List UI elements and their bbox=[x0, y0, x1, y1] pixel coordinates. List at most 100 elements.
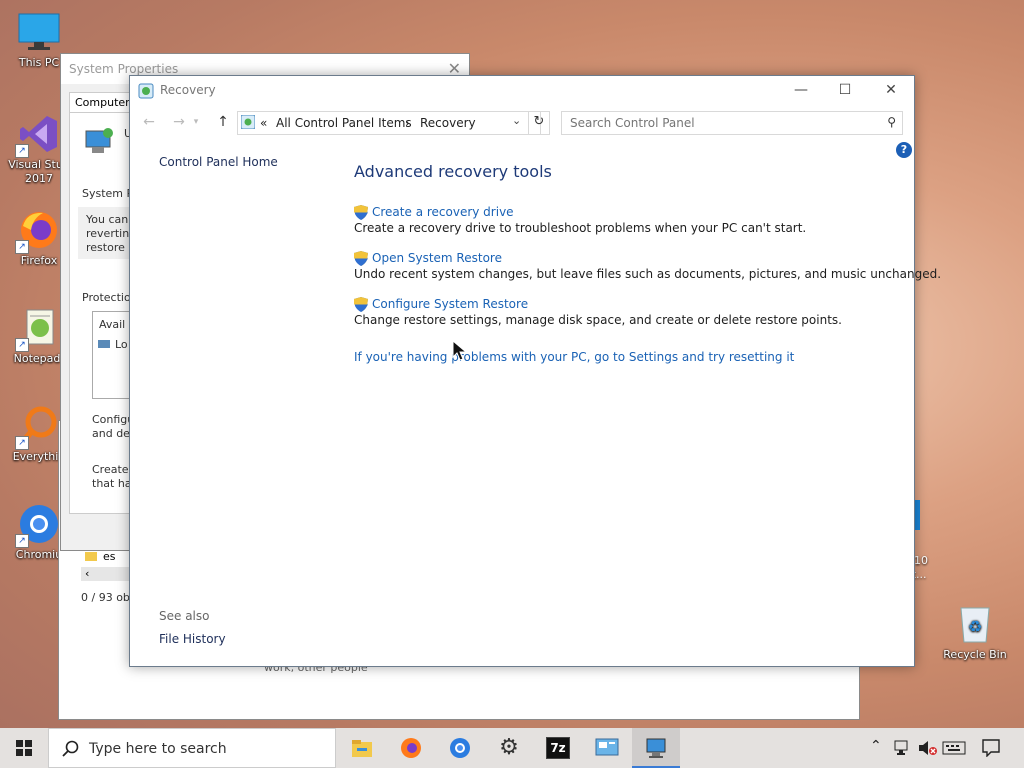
system-restore-icon bbox=[82, 127, 114, 157]
uac-shield-icon bbox=[354, 251, 368, 266]
network-icon[interactable] bbox=[894, 740, 912, 756]
up-button[interactable]: ↑ bbox=[212, 110, 234, 134]
monitor-icon bbox=[17, 10, 61, 54]
taskbar-system-properties[interactable] bbox=[632, 728, 680, 768]
address-bar-row: ← → ▾ ↑ « All Control Panel Items › Reco… bbox=[130, 110, 914, 136]
breadcrumb-recovery[interactable]: Recovery bbox=[420, 116, 476, 130]
search-input[interactable] bbox=[568, 115, 872, 131]
maximize-icon: ☐ bbox=[838, 82, 852, 98]
file-explorer-icon bbox=[352, 740, 372, 757]
uac-shield-icon bbox=[354, 297, 368, 312]
show-hidden-icons-button[interactable]: ⌃ bbox=[870, 738, 882, 754]
search-box[interactable]: ⚲ bbox=[561, 111, 903, 135]
folder-name: es bbox=[103, 550, 116, 563]
task-description: Change restore settings, manage disk spa… bbox=[354, 313, 842, 327]
recent-locations-button[interactable]: ▾ bbox=[190, 110, 202, 134]
start-button[interactable] bbox=[0, 728, 48, 768]
chromium-icon bbox=[450, 738, 470, 758]
recycle-bin-icon: ♻ bbox=[953, 602, 997, 646]
horizontal-scrollbar[interactable]: ‹ bbox=[81, 567, 131, 581]
system-properties-icon bbox=[646, 738, 666, 758]
firefox-icon: ↗ bbox=[15, 208, 61, 254]
drive-label: Lo bbox=[115, 338, 128, 351]
recovery-window[interactable]: Recovery — ☐ ✕ ← → ▾ ↑ « All Control Pan… bbox=[129, 75, 941, 667]
shortcut-arrow-icon: ↗ bbox=[15, 144, 29, 158]
taskbar-firefox[interactable] bbox=[387, 728, 435, 768]
taskbar-7zip[interactable]: 7z bbox=[534, 728, 582, 768]
configure-text: Configu bbox=[92, 413, 135, 426]
shortcut-arrow-icon: ↗ bbox=[15, 240, 29, 254]
reset-pc-link[interactable]: If you're having problems with your PC, … bbox=[354, 350, 794, 364]
breadcrumb-separator[interactable]: › bbox=[405, 116, 410, 130]
see-also-label: See also bbox=[159, 609, 210, 623]
scroll-left-icon[interactable]: ‹ bbox=[85, 567, 89, 580]
configure-system-restore-link[interactable]: Configure System Restore bbox=[372, 297, 528, 311]
7zip-label: 7z bbox=[550, 741, 566, 755]
description-line: restore p bbox=[86, 241, 136, 254]
list-header: Avail bbox=[99, 318, 126, 331]
control-panel-icon bbox=[240, 114, 256, 130]
chevron-up-icon: ⌃ bbox=[870, 738, 882, 754]
keyboard-icon[interactable] bbox=[942, 741, 966, 755]
open-system-restore-link[interactable]: Open System Restore bbox=[372, 251, 502, 265]
desktop-icon-label: Recycle Bin bbox=[943, 648, 1007, 661]
taskbar: Type here to search ⚙ 7z ⌃ bbox=[0, 728, 1024, 768]
breadcrumb-prefix[interactable]: « bbox=[260, 116, 267, 130]
recovery-titlebar[interactable]: Recovery — ☐ ✕ bbox=[130, 76, 914, 106]
task-description: Undo recent system changes, but leave fi… bbox=[354, 267, 942, 281]
forward-button[interactable]: → bbox=[168, 110, 190, 134]
search-icon[interactable]: ⚲ bbox=[887, 115, 896, 129]
action-center-icon[interactable] bbox=[982, 739, 1000, 757]
maximize-button[interactable]: ☐ bbox=[822, 76, 868, 106]
shortcut-arrow-icon: ↗ bbox=[15, 338, 29, 352]
shortcut-arrow-icon: ↗ bbox=[15, 534, 29, 548]
window-title: Recovery bbox=[160, 83, 216, 97]
minimize-icon: — bbox=[794, 82, 808, 98]
visual-studio-icon: ↗ bbox=[15, 112, 61, 158]
taskbar-search[interactable]: Type here to search bbox=[48, 728, 336, 768]
nav-file-history[interactable]: File History bbox=[159, 632, 226, 646]
chromium-icon: ↗ bbox=[15, 502, 61, 548]
taskbar-file-explorer[interactable] bbox=[338, 728, 386, 768]
page-heading: Advanced recovery tools bbox=[354, 162, 552, 181]
minimize-button[interactable]: — bbox=[778, 76, 824, 106]
back-arrow-icon: ← bbox=[143, 114, 155, 130]
back-button[interactable]: ← bbox=[138, 110, 160, 134]
breadcrumb-all-control-panel-items[interactable]: All Control Panel Items bbox=[276, 116, 412, 130]
taskbar-chromium[interactable] bbox=[436, 728, 484, 768]
status-bar-text: 0 / 93 obj bbox=[81, 591, 133, 604]
search-icon bbox=[62, 740, 79, 757]
volume-muted-icon[interactable] bbox=[918, 740, 938, 756]
desktop-icon-recycle-bin[interactable]: ♻ Recycle Bin bbox=[938, 602, 1012, 662]
refresh-icon: ↻ bbox=[533, 114, 545, 129]
create-recovery-drive-link[interactable]: Create a recovery drive bbox=[372, 205, 514, 219]
window-title: System Properties bbox=[69, 62, 179, 76]
uac-shield-icon bbox=[354, 205, 368, 220]
help-icon: ? bbox=[900, 143, 908, 156]
firefox-icon bbox=[401, 738, 421, 758]
close-button[interactable]: ✕ bbox=[868, 76, 914, 106]
nav-control-panel-home[interactable]: Control Panel Home bbox=[159, 155, 278, 169]
svg-text:♻: ♻ bbox=[968, 617, 982, 636]
notepad-plus-icon: ↗ bbox=[15, 306, 61, 352]
control-panel-icon bbox=[138, 83, 154, 99]
everything-icon: ↗ bbox=[15, 404, 61, 450]
taskbar-control-panel[interactable] bbox=[583, 728, 631, 768]
task-description: Create a recovery drive to troubleshoot … bbox=[354, 221, 807, 235]
forward-arrow-icon: → bbox=[173, 114, 185, 130]
refresh-button[interactable]: ↻ bbox=[528, 111, 550, 135]
chevron-down-icon: ▾ bbox=[193, 117, 199, 127]
drive-icon bbox=[98, 340, 110, 348]
windows-logo-icon bbox=[16, 740, 32, 756]
taskbar-settings[interactable]: ⚙ bbox=[485, 728, 533, 768]
taskbar-search-placeholder: Type here to search bbox=[89, 741, 227, 757]
address-dropdown-icon[interactable]: ⌄ bbox=[512, 114, 521, 127]
help-button[interactable]: ? bbox=[896, 142, 912, 158]
close-icon: ✕ bbox=[885, 82, 897, 98]
folder-icon bbox=[85, 552, 97, 561]
mouse-cursor-icon bbox=[452, 340, 468, 361]
address-bar[interactable]: « All Control Panel Items › Recovery ⌄ bbox=[237, 111, 541, 135]
up-arrow-icon: ↑ bbox=[217, 114, 229, 130]
7zip-icon: 7z bbox=[546, 737, 570, 759]
control-panel-icon bbox=[595, 738, 619, 756]
